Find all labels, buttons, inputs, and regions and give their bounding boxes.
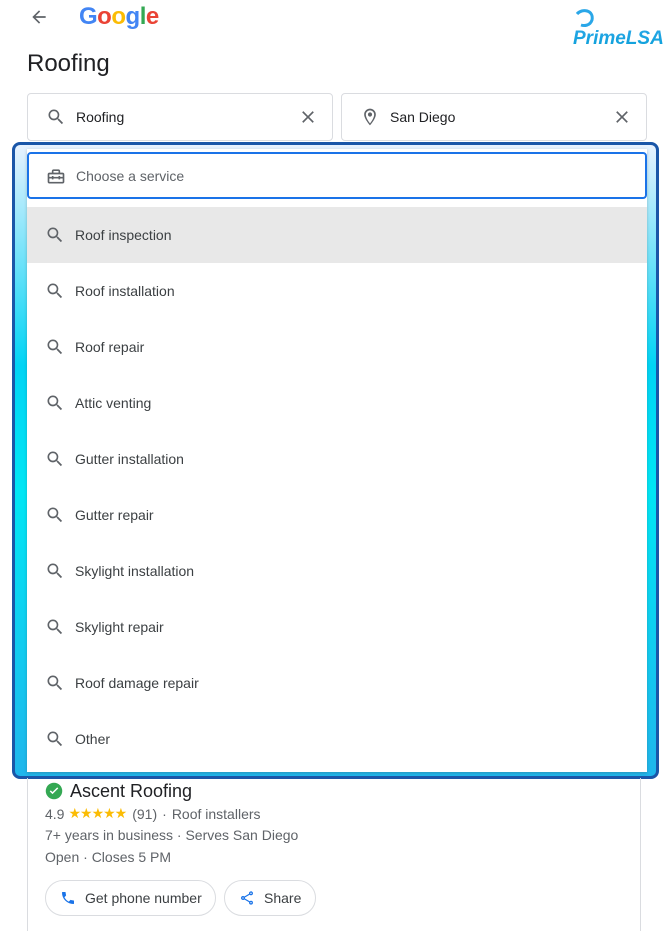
google-logo-letter: G [79,3,98,30]
rating-value: 4.9 [45,805,65,822]
business-hours: Open · Closes 5 PM [45,849,172,865]
service-option-label: Gutter installation [75,451,184,467]
service-option[interactable]: Gutter installation [27,431,647,487]
location-value: San Diego [390,109,456,125]
get-phone-number-button[interactable]: Get phone number [45,880,216,916]
review-count: (91) [132,805,158,822]
service-option-label: Skylight repair [75,619,164,635]
result-card[interactable]: Ascent Roofing 4.9 ★★★★★ (91) · Roof ins… [27,778,641,931]
search-icon [43,391,67,415]
service-option[interactable]: Skylight installation [27,543,647,599]
search-icon [43,671,67,695]
service-option[interactable]: Other [27,711,647,767]
service-option-label: Roof repair [75,339,145,355]
share-icon [238,889,256,907]
service-option-label: Roof installation [75,283,175,299]
separator: · [162,805,167,822]
service-option[interactable]: Skylight repair [27,599,647,655]
service-option[interactable]: Roof inspection [27,207,647,263]
clear-query-button[interactable] [296,105,320,129]
search-icon [43,503,67,527]
service-option[interactable]: Roof installation [27,263,647,319]
primelsa-logo: PrimeLSA [572,8,666,50]
google-logo-letter: g [125,3,141,30]
search-icon [43,279,67,303]
search-icon [43,335,67,359]
search-icon [43,559,67,583]
service-option-label: Skylight installation [75,563,195,579]
location-pin-icon [358,105,382,129]
service-option[interactable]: Roof repair [27,319,647,375]
search-icon [43,615,67,639]
rating-line: 4.9 ★★★★★ (91) · Roof installers [45,805,261,822]
business-category: Roof installers [171,805,261,822]
arrow-left-icon [32,10,46,24]
location-field[interactable]: San Diego [341,93,647,141]
share-button[interactable]: Share [224,880,316,916]
share-label: Share [264,890,302,906]
business-name[interactable]: Ascent Roofing [70,781,192,802]
google-logo-letter: o [97,3,112,30]
service-picker-highlight: Roof inspection Roof installation Roof rep… [12,142,659,779]
service-option-label: Attic venting [75,395,152,411]
brand-text: PrimeLSA [573,28,664,49]
search-icon [43,223,67,247]
search-icon [43,727,67,751]
service-input-field[interactable] [27,152,647,199]
service-option[interactable]: Gutter repair [27,487,647,543]
back-button[interactable] [26,6,52,28]
toolbox-icon [44,164,68,188]
service-option-label: Other [75,731,111,747]
service-input[interactable] [76,167,645,184]
google-logo-letter: e [145,3,159,30]
close-icon [302,111,314,123]
service-option-label: Roof inspection [75,227,172,243]
search-icon [43,447,67,471]
phone-icon [59,889,77,907]
page-title: Roofing [27,50,110,77]
google-logo[interactable]: Google [79,3,159,31]
close-icon [616,111,628,123]
search-icon [44,105,68,129]
service-option-label: Gutter repair [75,507,154,523]
service-option-label: Roof damage repair [75,675,199,691]
business-years: 7+ years in business · Serves San Diego [45,827,299,843]
service-option[interactable]: Attic venting [27,375,647,431]
star-rating: ★★★★★ [68,805,127,821]
service-options-list: Roof inspection Roof installation Roof rep… [27,207,647,767]
check-circle-icon [45,782,63,800]
service-picker-panel: Roof inspection Roof installation Roof rep… [27,149,647,772]
google-logo-letter: o [111,3,126,30]
clear-location-button[interactable] [610,105,634,129]
query-value: Roofing [76,109,125,125]
service-option[interactable]: Roof damage repair [27,655,647,711]
get-phone-number-label: Get phone number [85,890,202,906]
query-field[interactable]: Roofing [27,93,333,141]
